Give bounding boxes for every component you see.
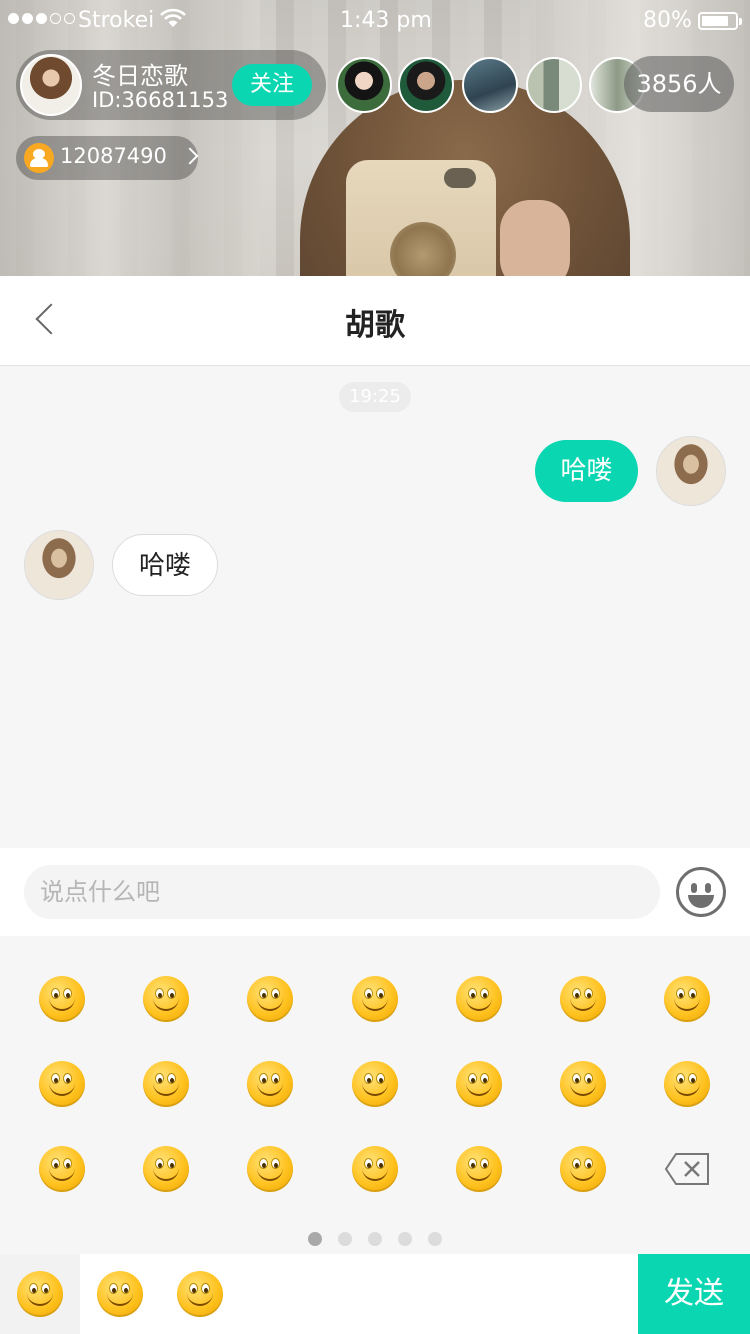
battery-percentage: 80% <box>643 8 692 33</box>
chevron-right-icon <box>181 147 199 165</box>
viewer-avatar[interactable] <box>462 57 518 113</box>
carrier-name: Strokei <box>78 8 155 33</box>
message-bubble-self[interactable]: 哈喽 <box>535 440 638 502</box>
battery-level-fill <box>702 16 728 26</box>
wifi-icon <box>160 8 186 27</box>
smiley-emoji-icon[interactable] <box>352 1061 398 1107</box>
live-video-stream: Strokei 1:43 pm 80% 冬日恋歌 ID:36681153 关注 … <box>0 0 750 276</box>
host-id: ID:36681153 <box>92 88 229 112</box>
self-avatar[interactable] <box>656 436 726 506</box>
smiley-emoji-icon[interactable] <box>456 1061 502 1107</box>
status-time: 1:43 pm <box>340 8 432 33</box>
video-phone-camera <box>444 168 476 188</box>
host-name: 冬日恋歌 <box>92 62 188 90</box>
smiley-emoji-icon[interactable] <box>247 976 293 1022</box>
page-dot[interactable] <box>398 1232 412 1246</box>
emoji-category-tab[interactable] <box>0 1254 80 1334</box>
page-dot[interactable] <box>308 1232 322 1246</box>
signal-strength-icon <box>8 13 75 24</box>
host-info-pill[interactable]: 冬日恋歌 ID:36681153 关注 <box>16 50 326 120</box>
emoji-category-tab[interactable] <box>80 1254 160 1334</box>
viewer-avatar[interactable] <box>398 57 454 113</box>
battery-icon <box>698 12 742 30</box>
page-title: 胡歌 <box>345 308 405 343</box>
message-timestamp: 19:25 <box>339 382 411 412</box>
message-bubble-contact[interactable]: 哈喽 <box>112 534 218 596</box>
viewer-count[interactable]: 3856人 <box>624 56 734 112</box>
smiley-emoji-icon[interactable] <box>143 976 189 1022</box>
viewer-avatar[interactable] <box>526 57 582 113</box>
page-dot[interactable] <box>368 1232 382 1246</box>
smiley-emoji-icon[interactable] <box>456 1146 502 1192</box>
emoji-toggle-icon[interactable] <box>676 867 726 917</box>
smiley-emoji-icon[interactable] <box>247 1146 293 1192</box>
emoji-page-indicator <box>308 1232 442 1246</box>
coin-value: 12087490 <box>60 144 167 168</box>
send-button[interactable]: 发送 <box>638 1254 750 1334</box>
smiley-emoji-icon[interactable] <box>560 976 606 1022</box>
viewer-avatar[interactable] <box>336 57 392 113</box>
smiley-emoji-icon[interactable] <box>39 1146 85 1192</box>
smiley-emoji-icon[interactable] <box>177 1271 223 1317</box>
coin-balance-pill[interactable]: 12087490 <box>16 136 199 180</box>
smiley-emoji-icon[interactable] <box>39 1061 85 1107</box>
status-bar: Strokei 1:43 pm 80% <box>0 0 750 40</box>
follow-button[interactable]: 关注 <box>232 64 312 106</box>
emoji-panel <box>0 936 750 1254</box>
smiley-emoji-icon[interactable] <box>560 1061 606 1107</box>
contact-avatar[interactable] <box>24 530 94 600</box>
smiley-emoji-icon[interactable] <box>39 976 85 1022</box>
coin-user-icon <box>24 143 54 173</box>
smiley-emoji-icon[interactable] <box>456 976 502 1022</box>
smiley-emoji-icon[interactable] <box>664 1061 710 1107</box>
smiley-emoji-icon[interactable] <box>143 1146 189 1192</box>
message-composer <box>0 848 750 936</box>
message-input[interactable] <box>24 865 660 919</box>
video-hand-shape <box>500 200 570 276</box>
page-dot[interactable] <box>338 1232 352 1246</box>
chat-nav-bar: 胡歌 <box>0 276 750 366</box>
page-dot[interactable] <box>428 1232 442 1246</box>
smiley-emoji-icon[interactable] <box>352 976 398 1022</box>
host-avatar[interactable] <box>20 54 82 116</box>
emoji-category-tab[interactable] <box>160 1254 240 1334</box>
smiley-emoji-icon[interactable] <box>17 1271 63 1317</box>
smiley-emoji-icon[interactable] <box>664 976 710 1022</box>
chat-message-list[interactable]: 19:25 哈喽 哈喽 <box>0 366 750 848</box>
backspace-icon[interactable] <box>664 1152 710 1186</box>
smiley-emoji-icon[interactable] <box>352 1146 398 1192</box>
smiley-emoji-icon[interactable] <box>560 1146 606 1192</box>
smiley-emoji-icon[interactable] <box>143 1061 189 1107</box>
smiley-emoji-icon[interactable] <box>247 1061 293 1107</box>
smiley-emoji-icon[interactable] <box>97 1271 143 1317</box>
emoji-category-bar: 发送 <box>0 1254 750 1334</box>
